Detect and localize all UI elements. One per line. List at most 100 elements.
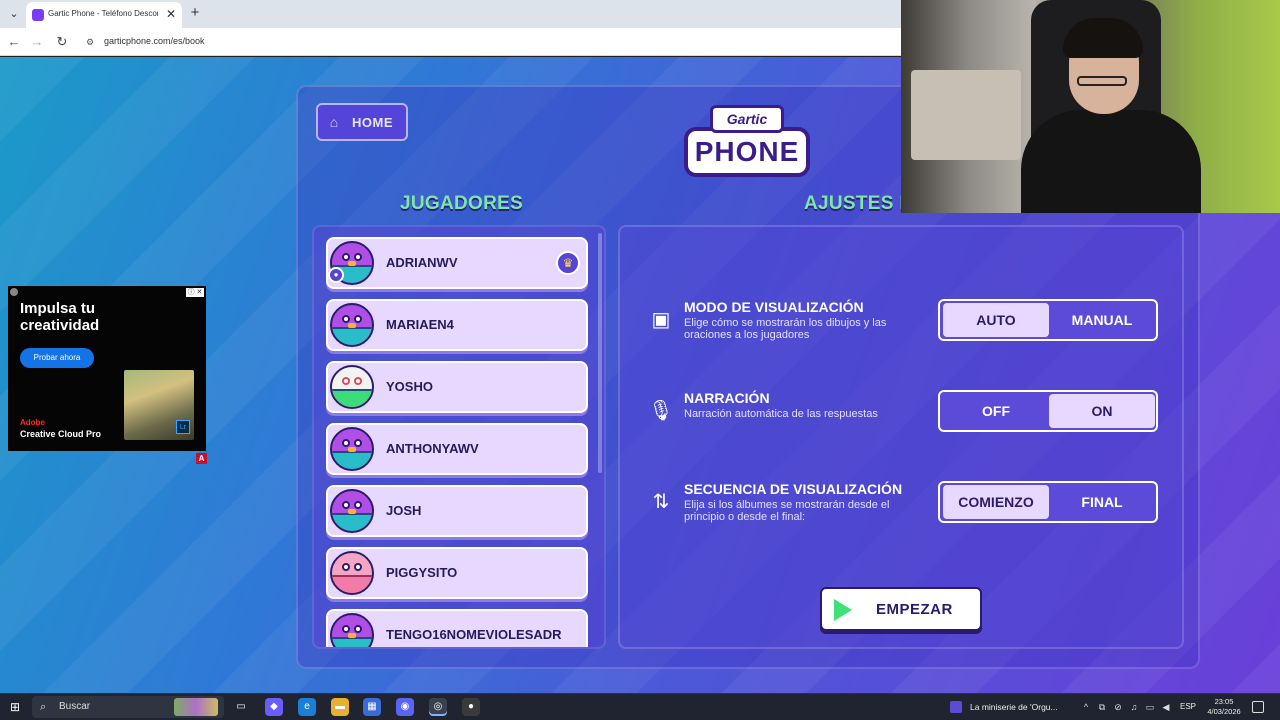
home-button[interactable]: ⌂ HOME xyxy=(316,103,408,141)
ad-cta-button[interactable]: Probar ahora xyxy=(20,348,94,368)
player-row: JOSH xyxy=(326,485,588,537)
play-icon xyxy=(834,599,852,621)
sort-arrows-icon: ⇅ xyxy=(652,491,670,513)
tray-app-icon[interactable]: ⧉ xyxy=(1096,701,1108,713)
setting-title: SECUENCIA DE VISUALIZACIÓN xyxy=(684,481,903,497)
tab-close-icon[interactable]: ✕ xyxy=(164,7,178,21)
ad-flag-icon[interactable]: A xyxy=(196,453,207,464)
search-placeholder: Buscar xyxy=(59,701,91,712)
players-heading: JUGADORES xyxy=(400,193,524,214)
sequence-toggle: COMIENZO FINAL xyxy=(938,481,1158,523)
start-label: EMPEZAR xyxy=(876,601,953,618)
clock[interactable]: 23:05 4/03/2026 xyxy=(1204,697,1244,717)
player-name: ADRIANWV xyxy=(386,255,458,270)
media-title[interactable]: La miniserie de 'Orgu... xyxy=(970,702,1058,712)
blue-bird-avatar xyxy=(330,613,374,647)
blue-bird-avatar xyxy=(330,489,374,533)
player-row: MARIAEN4 xyxy=(326,299,588,351)
tray-network-off-icon[interactable]: ⊘ xyxy=(1112,701,1124,713)
settings-panel: ▣ MODO DE VISUALIZACIÓN Elige cómo se mo… xyxy=(618,225,1184,649)
reload-icon[interactable]: ↻ xyxy=(53,33,71,51)
player-row: ● ADRIANWV ♛ xyxy=(326,237,588,289)
player-row: TENGO16NOMEVIOLESADR xyxy=(326,609,588,647)
webcam-overlay xyxy=(901,0,1280,213)
players-list: ● ADRIANWV ♛ MARIAEN4 YOSHO ANTHONYAWV J… xyxy=(312,225,606,649)
windows-start-icon[interactable]: ⊞ xyxy=(9,701,21,713)
start-button[interactable]: EMPEZAR xyxy=(820,587,982,631)
house-icon: ⌂ xyxy=(329,114,339,130)
setting-title: MODO DE VISUALIZACIÓN xyxy=(684,299,864,315)
obs-icon[interactable]: ● xyxy=(462,698,480,716)
user-badge-icon: ● xyxy=(328,267,344,283)
option-on[interactable]: ON xyxy=(1049,394,1155,428)
option-off[interactable]: OFF xyxy=(943,394,1049,428)
green-target-avatar xyxy=(330,365,374,409)
lightroom-icon: Lr xyxy=(176,420,190,434)
narration-toggle: OFF ON xyxy=(938,390,1158,432)
site-info-icon[interactable]: ⚙ xyxy=(84,36,96,48)
setting-title: NARRACIÓN xyxy=(684,390,770,406)
setting-description: Elija si los álbumes se mostrarán desde … xyxy=(684,499,890,523)
browser-tab[interactable]: Gartic Phone - Teléfono Descon ✕ xyxy=(26,2,182,28)
media-icon[interactable] xyxy=(950,701,962,713)
task-view-icon[interactable]: ▭ xyxy=(232,698,250,716)
ad-choices-icon[interactable] xyxy=(10,288,18,296)
chrome-icon[interactable]: ◎ xyxy=(429,698,447,716)
tray-chevron-icon[interactable]: ^ xyxy=(1080,701,1092,713)
clock-date: 4/03/2026 xyxy=(1207,707,1241,716)
pink-pig-avatar xyxy=(330,551,374,595)
ad-close-icon[interactable]: ⓘ ✕ xyxy=(186,288,204,297)
new-tab-icon[interactable]: + xyxy=(186,4,204,22)
player-row: ANTHONYAWV xyxy=(326,423,588,475)
blue-bird-avatar xyxy=(330,427,374,471)
language-indicator[interactable]: ESP xyxy=(1180,702,1196,711)
edge-icon[interactable]: e xyxy=(298,698,316,716)
discord-icon[interactable]: ◉ xyxy=(396,698,414,716)
display-mode-toggle: AUTO MANUAL xyxy=(938,299,1158,341)
player-name: JOSH xyxy=(386,503,422,518)
url-field[interactable]: garticphone.com/es/book xyxy=(104,36,205,46)
taskbar-search[interactable]: ⌕ Buscar xyxy=(32,696,224,718)
search-icon: ⌕ xyxy=(40,701,47,713)
player-name: YOSHO xyxy=(386,379,433,394)
clock-time: 23:05 xyxy=(1214,697,1234,706)
player-row: YOSHO xyxy=(326,361,588,413)
player-name: PIGGYSITO xyxy=(386,565,458,580)
store-icon[interactable]: ▦ xyxy=(363,698,381,716)
setting-display-mode: ▣ MODO DE VISUALIZACIÓN Elige cómo se mo… xyxy=(620,299,1186,351)
windows-taskbar: ⊞ ⌕ Buscar ▭ ◆ e ▬ ▦ ◉ ◎ ● La miniserie … xyxy=(0,693,1280,720)
settings-heading: AJUSTES D xyxy=(804,193,914,214)
tray-mic-icon[interactable]: ♫ xyxy=(1128,701,1140,713)
microphone-icon: 🎙 xyxy=(648,400,674,422)
setting-narration: 🎙 NARRACIÓN Narración automática de las … xyxy=(620,390,1186,442)
ad-product: Creative Cloud Pro xyxy=(20,429,102,439)
option-final[interactable]: FINAL xyxy=(1049,485,1155,519)
player-name: ANTHONYAWV xyxy=(386,441,479,456)
logo-top-text: Gartic xyxy=(710,105,784,133)
notification-icon[interactable] xyxy=(1252,701,1264,713)
forward-arrow-icon[interactable]: → xyxy=(28,33,46,51)
crown-icon: ♛ xyxy=(556,251,580,275)
home-label: HOME xyxy=(352,115,393,130)
setting-sequence: ⇅ SECUENCIA DE VISUALIZACIÓN Elija si lo… xyxy=(620,481,1186,533)
copilot-icon[interactable]: ◆ xyxy=(265,698,283,716)
option-manual[interactable]: MANUAL xyxy=(1049,303,1155,337)
setting-description: Elige cómo se mostrarán los dibujos y la… xyxy=(684,317,887,341)
blue-bird-avatar xyxy=(330,303,374,347)
players-scrollbar[interactable] xyxy=(598,233,602,473)
gartic-phone-logo: PHONE Gartic xyxy=(684,105,810,179)
tab-list-icon[interactable]: ⌄ xyxy=(6,6,22,22)
setting-description: Narración automática de las respuestas xyxy=(684,408,878,420)
gartic-favicon-icon xyxy=(32,9,44,21)
file-explorer-icon[interactable]: ▬ xyxy=(331,698,349,716)
back-arrow-icon[interactable]: ← xyxy=(5,33,23,51)
adobe-ad[interactable]: ⓘ ✕ Impulsa tu creatividad Probar ahora … xyxy=(8,286,206,451)
volume-icon[interactable]: ◀ xyxy=(1160,701,1172,713)
option-comienzo[interactable]: COMIENZO xyxy=(943,485,1049,519)
image-icon: ▣ xyxy=(651,309,671,331)
player-name: TENGO16NOMEVIOLESADR xyxy=(386,627,562,642)
tray-display-icon[interactable]: ▭ xyxy=(1144,701,1156,713)
ad-brand: Adobe xyxy=(20,418,45,427)
player-name: MARIAEN4 xyxy=(386,317,454,332)
option-auto[interactable]: AUTO xyxy=(943,303,1049,337)
